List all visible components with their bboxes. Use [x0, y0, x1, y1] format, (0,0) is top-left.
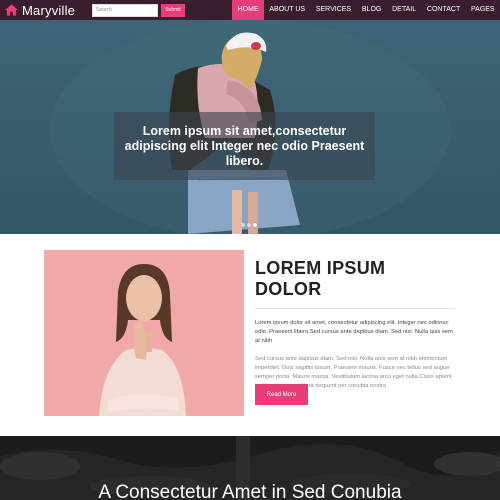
about-content: LOREM IPSUM DOLOR Lorem ipsum dolor sit … — [255, 258, 457, 391]
hero-banner: Lorem ipsum sit amet,consectetur adipisc… — [0, 20, 500, 234]
banner-heading: A Consectetur Amet in Sed Conubia — [98, 482, 402, 500]
slider-dot[interactable] — [241, 223, 245, 227]
nav-item-home[interactable]: HOME — [232, 0, 264, 20]
divider — [255, 308, 455, 309]
top-navbar: Maryville Submit HOME ABOUT US SERVICES … — [0, 0, 500, 20]
nav-menu: HOME ABOUT US SERVICES BLOG DETAIL CONTA… — [232, 0, 500, 20]
hero-caption-box: Lorem ipsum sit amet,consectetur adipisc… — [114, 112, 375, 180]
nav-item-contact[interactable]: CONTACT — [422, 0, 466, 20]
slider-dot-active[interactable] — [253, 223, 257, 227]
search-form: Submit — [92, 3, 185, 17]
read-more-button[interactable]: Read More — [255, 384, 308, 405]
search-input[interactable] — [92, 3, 158, 17]
nav-item-pages[interactable]: PAGES — [466, 0, 500, 20]
about-title: LOREM IPSUM DOLOR — [255, 258, 386, 299]
slider-dot[interactable] — [247, 223, 251, 227]
about-paragraph-primary: Lorem ipsum dolor sit amet, consectetur … — [255, 320, 453, 344]
slider-dots — [241, 223, 257, 227]
feature-banner: A Consectetur Amet in Sed Conubia — [0, 436, 500, 500]
hero-caption: Lorem ipsum sit amet,consectetur adipisc… — [124, 123, 365, 168]
nav-item-services[interactable]: SERVICES — [310, 0, 356, 20]
home-icon — [5, 4, 18, 16]
nav-item-blog[interactable]: BLOG — [357, 0, 387, 20]
brand-logo[interactable]: Maryville — [0, 0, 92, 20]
about-woman-photo — [44, 250, 244, 416]
about-section: LOREM IPSUM DOLOR Lorem ipsum dolor sit … — [0, 234, 500, 436]
brand-name: Maryville — [22, 2, 76, 18]
nav-item-detail[interactable]: DETAIL — [387, 0, 422, 20]
submit-button[interactable]: Submit — [161, 3, 185, 17]
nav-item-about-us[interactable]: ABOUT US — [264, 0, 310, 20]
